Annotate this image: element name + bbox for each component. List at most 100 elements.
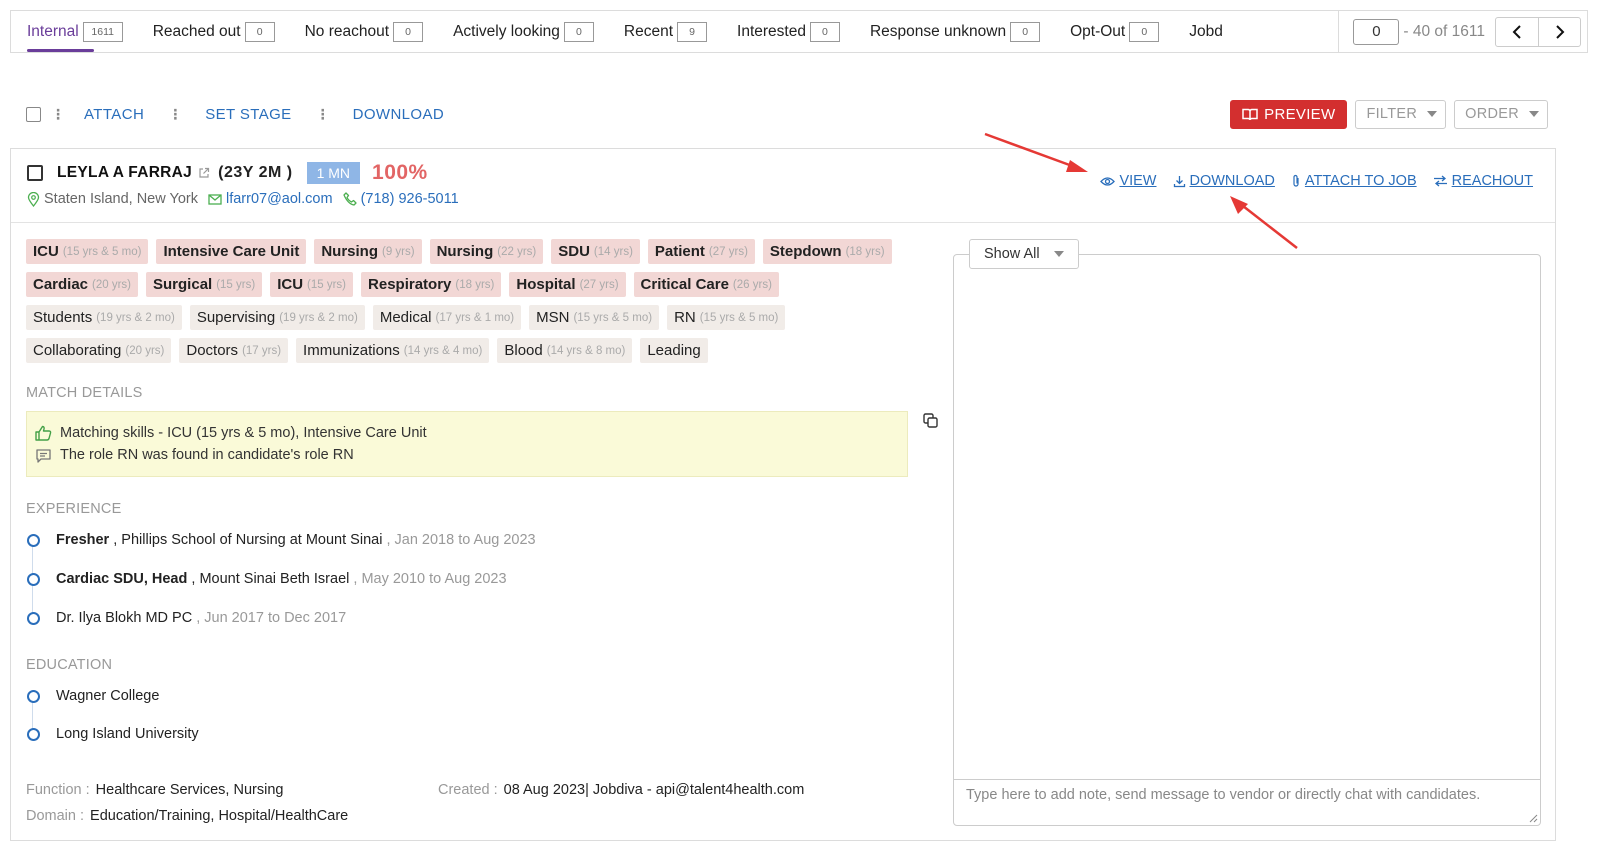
skill-name: Medical [379, 309, 432, 326]
phone[interactable]: (718) 926-5011 [342, 191, 459, 207]
tab-opt-out[interactable]: Opt-Out 0 [1055, 11, 1174, 53]
set-stage-button[interactable]: SET STAGE [195, 106, 301, 123]
candidate-header: LEYLA A FARRAJ (23Y 2M ) 1 MN 100% State… [11, 149, 1555, 223]
tab-reached-out[interactable]: Reached out 0 [138, 11, 290, 53]
function-row: Function : Healthcare Services, Nursing [26, 777, 348, 803]
prev-page-button[interactable] [1496, 18, 1538, 46]
skill-name: Hospital [516, 276, 576, 293]
skill-name: Immunizations [303, 342, 400, 359]
email-text[interactable]: lfarr07@aol.com [226, 191, 333, 207]
notes-panel: Type here to add note, send message to v… [953, 254, 1541, 826]
skill-name: RN [674, 309, 696, 326]
skill-name: Collaborating [33, 342, 122, 359]
matching-skills-line: Matching skills - ICU (15 yrs & 5 mo), I… [35, 422, 899, 444]
kebab-icon[interactable]: ⋮ [154, 107, 195, 121]
skill-duration: (15 yrs & 5 mo) [699, 311, 779, 324]
caret-down-icon [1427, 111, 1438, 117]
domain-row: Domain : Education/Training, Hospital/He… [26, 803, 348, 829]
tab-label: Reached out [152, 22, 241, 40]
tab-list: Internal 1611 Reached out 0 No reachout 0 Acti… [11, 11, 1238, 53]
tab-internal[interactable]: Internal 1611 [11, 11, 138, 53]
skill-duration: (20 yrs) [125, 344, 165, 357]
reachout-link[interactable]: REACHOUT [1433, 173, 1533, 189]
phone-text[interactable]: (718) 926-5011 [361, 191, 459, 207]
skill-chip: Supervising (19 yrs & 2 mo) [189, 305, 365, 330]
mail-icon [208, 193, 222, 205]
skill-chip: Doctors (17 yrs) [179, 338, 289, 363]
candidate-name-row: LEYLA A FARRAJ (23Y 2M ) 1 MN 100% [27, 161, 428, 185]
tab-label: Recent [623, 22, 674, 40]
view-link[interactable]: VIEW [1100, 173, 1157, 189]
tab-count-badge: 9 [677, 21, 708, 42]
skill-chip: Intensive Care Unit [156, 239, 307, 264]
created-label: Created : [438, 782, 498, 798]
skill-name: Respiratory [368, 276, 452, 293]
match-details-heading: MATCH DETAILS [26, 385, 143, 401]
role-match-line: The role RN was found in candidate's rol… [35, 444, 899, 466]
skill-name: ICU [277, 276, 304, 293]
filter-dropdown[interactable]: FILTER [1355, 99, 1447, 129]
candidate-name[interactable]: LEYLA A FARRAJ [57, 164, 192, 182]
experience-org: Dr. Ilya Blokh MD PC [56, 610, 193, 626]
next-page-button[interactable] [1538, 17, 1580, 46]
attach-button[interactable]: ATTACH [74, 106, 154, 123]
skill-chip: SDU (14 yrs) [551, 239, 640, 264]
copy-icon[interactable] [923, 413, 938, 428]
tab-label: Response unknown [869, 22, 1007, 40]
email[interactable]: lfarr07@aol.com [208, 191, 333, 207]
skill-chip: Critical Care (26 yrs) [633, 272, 779, 297]
skill-chip: Students (19 yrs & 2 mo) [26, 305, 182, 330]
kebab-icon[interactable]: ⋮ [41, 107, 74, 121]
preview-button[interactable]: PREVIEW [1230, 99, 1348, 129]
order-dropdown[interactable]: ORDER [1454, 99, 1548, 129]
tab-recent[interactable]: Recent 9 [609, 11, 722, 53]
skill-chip: Leading [640, 338, 708, 363]
skill-chip: Respiratory (18 yrs) [361, 272, 502, 297]
skill-duration: (19 yrs & 2 mo) [96, 311, 175, 324]
kebab-icon[interactable]: ⋮ [302, 107, 343, 121]
reachout-label: REACHOUT [1451, 173, 1533, 189]
skill-name: Surgical [153, 276, 213, 293]
external-link-icon[interactable] [198, 167, 210, 179]
education-item: Long Island University [26, 723, 199, 745]
skill-name: SDU [558, 243, 590, 260]
skill-name: Critical Care [640, 276, 729, 293]
download-link[interactable]: DOWNLOAD [1173, 173, 1275, 189]
note-input[interactable]: Type here to add note, send message to v… [954, 779, 1540, 825]
experience-item: Fresher , Phillips School of Nursing at … [26, 529, 536, 551]
page-input[interactable] [1353, 18, 1400, 45]
select-all-checkbox[interactable] [26, 106, 41, 122]
resize-handle-icon[interactable] [1529, 814, 1538, 823]
skill-name: ICU [33, 243, 59, 260]
tab-count-badge: 0 [244, 21, 275, 42]
candidate-meta: Function : Healthcare Services, Nursing … [26, 777, 348, 829]
tab-no-reachout[interactable]: No reachout 0 [290, 11, 438, 53]
skill-duration: (17 yrs & 1 mo) [435, 311, 515, 324]
matching-skills-text: Matching skills - ICU (15 yrs & 5 mo), I… [60, 425, 427, 441]
preview-label: PREVIEW [1264, 105, 1336, 123]
skill-name: Patient [654, 243, 705, 260]
skill-name: Nursing [436, 243, 494, 260]
skill-chip: Surgical (15 yrs) [146, 272, 263, 297]
skill-duration: (18 yrs) [845, 245, 885, 258]
attach-to-job-link[interactable]: ATTACH TO JOB [1291, 173, 1417, 189]
bulk-download-button[interactable]: DOWNLOAD [343, 106, 455, 123]
experience-date: , Jan 2018 to Aug 2023 [382, 532, 536, 548]
candidate-checkbox[interactable] [27, 165, 43, 181]
skill-duration: (26 yrs) [732, 278, 772, 291]
skill-chip: ICU (15 yrs) [270, 272, 354, 297]
tab-jobd[interactable]: Jobd [1174, 11, 1238, 53]
tab-actively-looking[interactable]: Actively looking 0 [438, 11, 609, 53]
skill-duration: (20 yrs) [92, 278, 132, 291]
skill-duration: (27 yrs) [579, 278, 619, 291]
skill-chip: Nursing (22 yrs) [429, 239, 544, 264]
contact-row: Staten Island, New York lfarr07@aol.com … [27, 191, 463, 207]
chevron-left-icon [1512, 24, 1521, 39]
notes-filter-dropdown[interactable]: Show All [969, 239, 1079, 269]
function-value: Healthcare Services, Nursing [95, 782, 284, 798]
tab-response-unknown[interactable]: Response unknown 0 [855, 11, 1055, 53]
tab-interested[interactable]: Interested 0 [722, 11, 855, 53]
skill-name: Cardiac [33, 276, 89, 293]
skill-name: Intensive Care Unit [163, 243, 300, 260]
skill-name: Stepdown [769, 243, 842, 260]
